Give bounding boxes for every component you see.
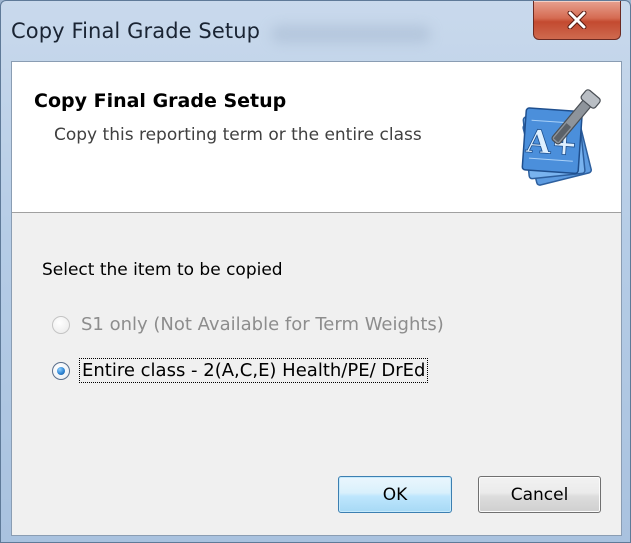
instruction-label: Select the item to be copied [42, 260, 283, 280]
close-button[interactable] [533, 1, 621, 40]
dialog-window: Copy Final Grade Setup Copy Final Grade … [0, 0, 631, 543]
window-title: Copy Final Grade Setup [11, 19, 261, 43]
cancel-button[interactable]: Cancel [478, 476, 601, 513]
option-entire-class[interactable]: Entire class - 2(A,C,E) Health/PE/ DrEd [52, 358, 429, 383]
option-term-only-label: S1 only (Not Available for Term Weights) [81, 314, 444, 335]
option-term-only: S1 only (Not Available for Term Weights) [52, 314, 444, 335]
close-x-icon [567, 11, 587, 29]
radio-entire-class[interactable] [52, 361, 70, 380]
ok-button[interactable]: OK [338, 476, 452, 513]
grade-setup-tools-icon: A+ [521, 89, 601, 186]
radio-term-only [52, 315, 70, 334]
header-title: Copy Final Grade Setup [34, 90, 287, 112]
header-subtitle: Copy this reporting term or the entire c… [54, 125, 422, 145]
dialog-client-area: Copy Final Grade Setup Copy this reporti… [11, 61, 622, 536]
dialog-header: Copy Final Grade Setup Copy this reporti… [12, 62, 621, 213]
option-entire-class-label[interactable]: Entire class - 2(A,C,E) Health/PE/ DrEd [78, 358, 429, 383]
